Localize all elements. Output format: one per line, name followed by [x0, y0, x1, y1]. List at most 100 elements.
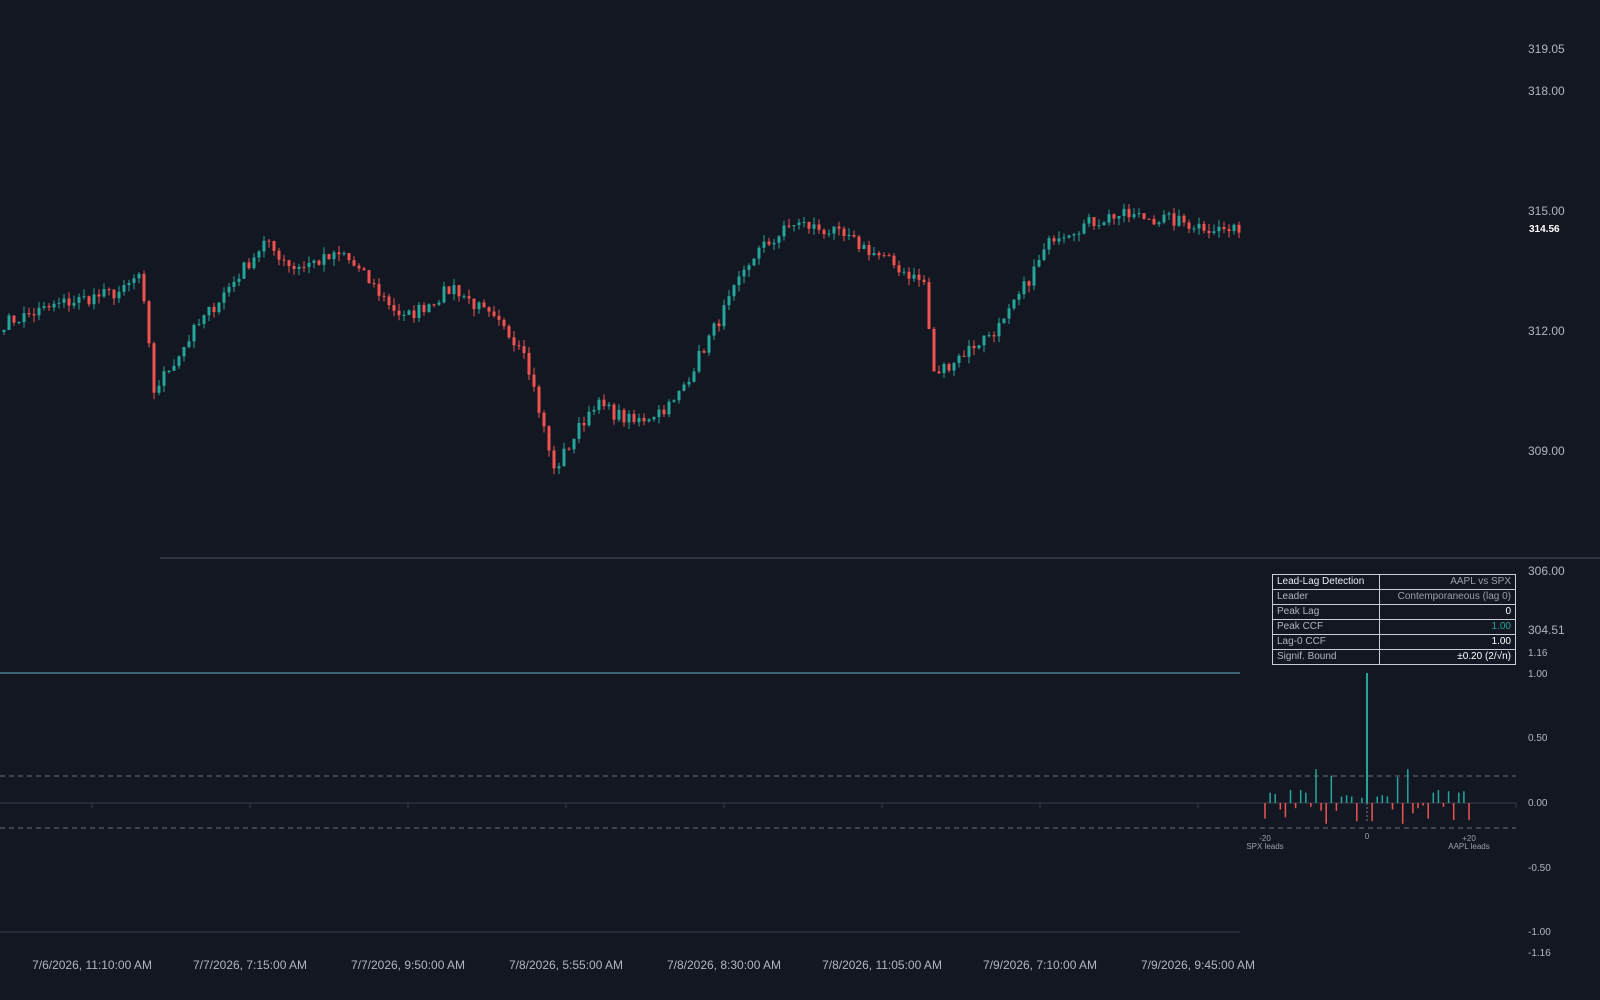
price-tick-label: 318.00 — [1528, 84, 1565, 98]
candle — [1207, 223, 1211, 239]
candle — [107, 287, 111, 296]
candle-body — [67, 298, 71, 306]
candle — [707, 334, 711, 356]
candle — [1157, 220, 1161, 227]
candle-body — [892, 255, 896, 266]
candle — [132, 274, 136, 290]
table-row: Signif. Bound ±0.20 (2/√n) — [1272, 649, 1516, 665]
candle-body — [197, 323, 201, 325]
candle-body — [862, 244, 866, 249]
candle-body — [822, 229, 826, 235]
time-tick-label: 7/9/2026, 7:10:00 AM — [983, 958, 1097, 972]
candle — [292, 262, 296, 275]
candle — [877, 250, 881, 260]
chart-stage[interactable]: 319.05 318.00 315.00 314.56 312.00 309.0… — [0, 0, 1600, 1000]
candle — [967, 339, 971, 364]
candle-body — [142, 273, 146, 302]
candle-body — [427, 304, 431, 313]
candle — [1192, 225, 1196, 233]
candle-body — [1032, 266, 1036, 286]
candle-body — [227, 286, 231, 293]
candle — [427, 303, 431, 313]
candle-body — [392, 305, 396, 311]
candle — [1107, 209, 1111, 226]
candle — [647, 418, 651, 423]
candle-body — [707, 335, 711, 353]
candle — [712, 322, 716, 340]
candle — [157, 379, 161, 396]
candle — [352, 256, 356, 267]
candle — [697, 344, 701, 374]
candle-body — [277, 250, 281, 260]
table-row: Peak Lag 0 — [1272, 604, 1516, 620]
candle — [897, 260, 901, 277]
ccf-tick-label: -1.16 — [1528, 948, 1551, 959]
candle-body — [522, 346, 526, 353]
candle-body — [267, 240, 271, 242]
candle-body — [1157, 222, 1161, 225]
candle — [1082, 219, 1086, 235]
candle-body — [1117, 216, 1121, 219]
price-and-ccf-chart[interactable]: 319.05 318.00 315.00 314.56 312.00 309.0… — [0, 0, 1600, 1000]
candle — [27, 307, 31, 318]
candle-body — [697, 350, 701, 372]
candle — [552, 445, 556, 475]
candle-body — [542, 412, 546, 427]
candle — [92, 288, 96, 310]
candle-body — [382, 295, 386, 297]
candle — [812, 217, 816, 235]
candle — [52, 300, 56, 312]
candle-body — [677, 390, 681, 401]
candle-body — [167, 370, 171, 372]
candle-body — [1192, 228, 1196, 230]
candle — [482, 299, 486, 308]
candle-body — [297, 266, 301, 269]
candle — [887, 253, 891, 257]
candle — [42, 301, 46, 311]
candle — [982, 335, 986, 353]
candle-body — [282, 259, 286, 261]
candle — [112, 288, 116, 305]
candle — [252, 253, 256, 270]
candle-body — [717, 323, 721, 327]
candle — [987, 331, 991, 338]
candle-body — [117, 291, 121, 299]
candle-body — [352, 260, 356, 266]
candle-body — [7, 315, 11, 330]
candle — [527, 347, 531, 381]
candle-body — [982, 335, 986, 346]
candle — [367, 269, 371, 284]
candle-body — [397, 310, 401, 316]
candle-body — [662, 409, 666, 415]
candle-body — [852, 234, 856, 237]
candle — [227, 282, 231, 297]
candle — [957, 353, 961, 368]
candle-body — [1217, 226, 1221, 232]
candle-body — [682, 384, 686, 391]
candle — [517, 340, 521, 350]
candle — [37, 302, 41, 321]
candle — [882, 252, 886, 258]
candle — [1042, 243, 1046, 262]
candle-body — [532, 374, 536, 387]
ccf-tick-label: -1.00 — [1528, 927, 1551, 938]
candle-body — [1052, 238, 1056, 242]
candle — [122, 279, 126, 296]
candle-body — [952, 362, 956, 371]
candle-body — [1112, 214, 1116, 219]
candle-body — [232, 281, 236, 287]
candle — [162, 366, 166, 393]
candle — [1142, 213, 1146, 220]
candle-body — [557, 466, 561, 469]
candle-body — [137, 273, 141, 279]
candle — [492, 306, 496, 318]
candle-body — [817, 224, 821, 230]
candle — [872, 246, 876, 256]
candle-body — [327, 254, 331, 260]
candle-body — [947, 364, 951, 371]
candle — [1202, 220, 1206, 234]
candle-body — [1127, 208, 1131, 218]
candle-body — [182, 347, 186, 357]
candle — [507, 324, 511, 340]
candle-body — [897, 265, 901, 273]
